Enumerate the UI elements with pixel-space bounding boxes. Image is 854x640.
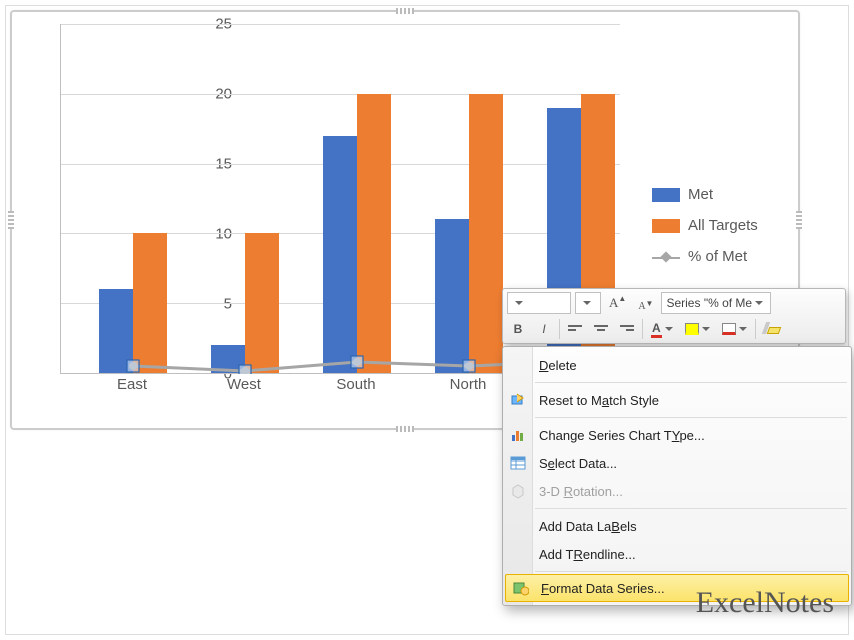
format-painter-button[interactable] bbox=[760, 318, 784, 340]
menu-label: Add Data LaBels bbox=[539, 519, 637, 534]
menu-change-series-chart-type[interactable]: Change Series Chart TYpe... bbox=[503, 421, 851, 449]
align-left-button[interactable] bbox=[564, 318, 586, 340]
menu-separator bbox=[535, 417, 847, 418]
menu-label: 3-D Rotation... bbox=[539, 484, 623, 499]
chart-element-label: Series "% of Me bbox=[666, 296, 752, 310]
shape-outline-button[interactable] bbox=[718, 318, 751, 340]
legend-label: Met bbox=[688, 186, 713, 203]
font-size-combo[interactable] bbox=[575, 292, 601, 314]
menu-separator bbox=[535, 382, 847, 383]
separator bbox=[755, 319, 756, 339]
legend-swatch-met bbox=[652, 188, 680, 202]
legend-swatch-pct bbox=[652, 250, 680, 264]
xlabel-east: East bbox=[117, 376, 147, 393]
menu-select-data[interactable]: Select Data... bbox=[503, 449, 851, 477]
menu-label: Format Data Series... bbox=[541, 581, 665, 596]
align-right-button[interactable] bbox=[616, 318, 638, 340]
menu-label: Delete bbox=[539, 358, 577, 373]
legend[interactable]: Met All Targets % of Met bbox=[652, 172, 758, 279]
bucket-icon bbox=[685, 323, 699, 335]
separator bbox=[642, 319, 643, 339]
legend-item-met[interactable]: Met bbox=[652, 186, 758, 203]
shape-fill-button[interactable] bbox=[681, 318, 714, 340]
bar-chart-icon bbox=[509, 426, 527, 444]
menu-separator bbox=[535, 571, 847, 572]
watermark: ExcelNotes bbox=[696, 586, 834, 620]
menu-label: Reset to Match Style bbox=[539, 393, 659, 408]
menu-label: Add TRendline... bbox=[539, 547, 636, 562]
shrink-font-button[interactable]: A▼ bbox=[634, 292, 657, 314]
legend-label: All Targets bbox=[688, 217, 758, 234]
menu-3d-rotation: 3-D Rotation... bbox=[503, 477, 851, 505]
font-color-button[interactable]: A bbox=[647, 318, 677, 340]
reset-icon bbox=[509, 391, 527, 409]
cube-icon bbox=[509, 482, 527, 500]
resize-handle-top[interactable] bbox=[396, 8, 414, 14]
brush-icon bbox=[764, 322, 780, 337]
menu-add-trendline[interactable]: Add TRendline... bbox=[503, 540, 851, 568]
align-center-button[interactable] bbox=[590, 318, 612, 340]
legend-swatch-all-targets bbox=[652, 219, 680, 233]
grow-font-button[interactable]: A▲ bbox=[605, 292, 630, 314]
menu-label: Select Data... bbox=[539, 456, 617, 471]
italic-button[interactable]: I bbox=[533, 318, 555, 340]
separator bbox=[559, 319, 560, 339]
outline-icon bbox=[722, 323, 736, 335]
bold-button[interactable]: B bbox=[507, 318, 529, 340]
series-context-menu: Delete Reset to Match Style Change Serie… bbox=[502, 346, 852, 606]
legend-item-pct[interactable]: % of Met bbox=[652, 248, 758, 265]
xlabel-north: North bbox=[450, 376, 487, 393]
menu-label: Change Series Chart TYpe... bbox=[539, 428, 705, 443]
legend-item-all-targets[interactable]: All Targets bbox=[652, 217, 758, 234]
font-family-combo[interactable] bbox=[507, 292, 571, 314]
grid-icon bbox=[509, 454, 527, 472]
xlabel-south: South bbox=[336, 376, 375, 393]
menu-reset-to-match-style[interactable]: Reset to Match Style bbox=[503, 386, 851, 414]
xlabel-west: West bbox=[227, 376, 261, 393]
legend-label: % of Met bbox=[688, 248, 747, 265]
mini-toolbar: A▲ A▼ Series "% of Me B I A bbox=[502, 288, 846, 344]
menu-separator bbox=[535, 508, 847, 509]
resize-handle-left[interactable] bbox=[8, 211, 14, 229]
resize-handle-bottom[interactable] bbox=[396, 426, 414, 432]
menu-add-data-labels[interactable]: Add Data LaBels bbox=[503, 512, 851, 540]
chart-element-combo[interactable]: Series "% of Me bbox=[661, 292, 771, 314]
menu-delete[interactable]: Delete bbox=[503, 351, 851, 379]
resize-handle-right[interactable] bbox=[796, 211, 802, 229]
format-icon bbox=[512, 579, 530, 597]
